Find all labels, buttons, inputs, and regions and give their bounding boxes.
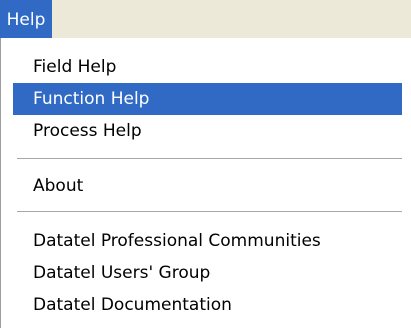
- menu-item-label: Datatel Documentation: [33, 295, 232, 315]
- menu-item-function-help[interactable]: Function Help: [13, 83, 402, 115]
- menu-item-datatel-documentation[interactable]: Datatel Documentation: [13, 289, 402, 321]
- menu-item-datatel-users-group[interactable]: Datatel Users' Group: [13, 257, 402, 289]
- menu-item-datatel-professional-communities[interactable]: Datatel Professional Communities: [13, 225, 402, 257]
- menu-item-label: Process Help: [33, 121, 142, 141]
- help-menu-button[interactable]: Help: [0, 0, 52, 38]
- menu-separator: [17, 211, 402, 212]
- menu-item-about[interactable]: About: [13, 170, 402, 202]
- help-dropdown-menu: Field Help Function Help Process Help Ab…: [0, 38, 411, 328]
- menu-item-process-help[interactable]: Process Help: [13, 115, 402, 147]
- menu-item-label: About: [33, 176, 84, 196]
- menu-item-label: Datatel Users' Group: [33, 263, 211, 283]
- menu-bar: Help: [0, 0, 411, 38]
- menu-item-label: Function Help: [33, 89, 150, 109]
- menu-item-field-help[interactable]: Field Help: [13, 51, 402, 83]
- menu-item-label: Datatel Professional Communities: [33, 231, 321, 251]
- menu-separator: [17, 158, 402, 159]
- menu-item-label: Field Help: [33, 57, 117, 77]
